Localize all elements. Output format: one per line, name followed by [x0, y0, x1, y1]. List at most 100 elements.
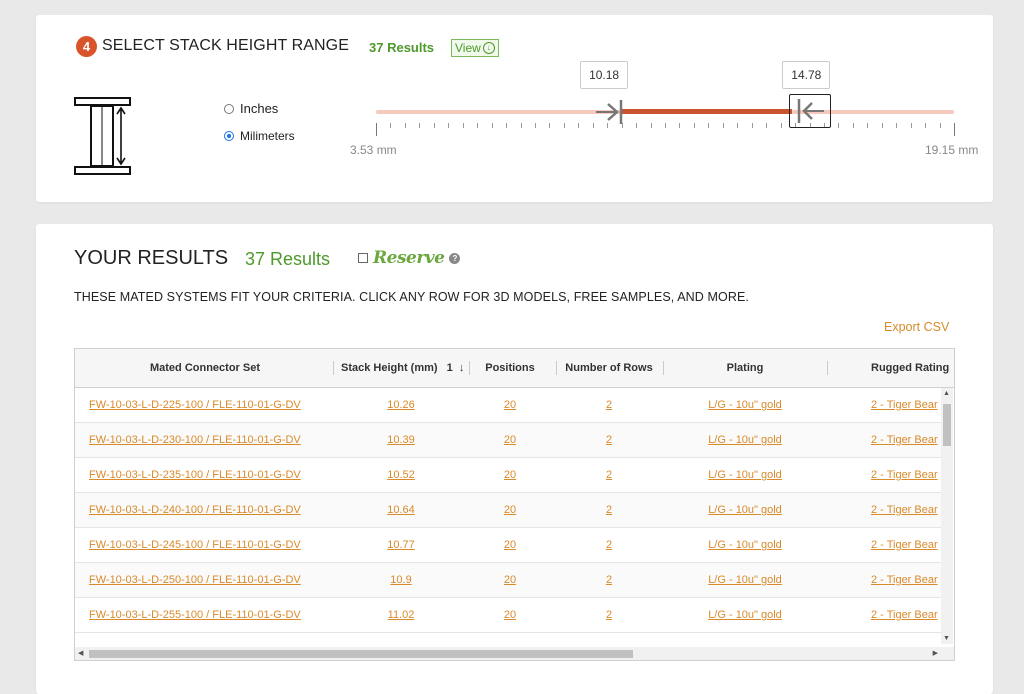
slider-tick: [925, 123, 927, 128]
vertical-scroll-thumb[interactable]: [943, 404, 951, 446]
results-panel: YOUR RESULTS 37 Results Reserve ? THESE …: [36, 224, 993, 694]
slider-high-value: 14.78: [782, 61, 831, 89]
cell-rugged[interactable]: 2 - Tiger Bear: [871, 423, 938, 457]
sort-down-arrow-icon: ↓: [458, 362, 465, 374]
slider-low-value: 10.18: [580, 61, 629, 89]
slider-tick: [881, 123, 883, 128]
cell-rows[interactable]: 2: [559, 493, 659, 527]
col-stack-height[interactable]: Stack Height (mm) 1 ↓: [341, 349, 471, 387]
cell-rows[interactable]: 2: [559, 528, 659, 562]
col-number-of-rows[interactable]: Number of Rows: [559, 349, 659, 387]
slider-min-label: 3.53 mm: [350, 143, 397, 157]
slider-tick: [693, 123, 695, 128]
table-row[interactable]: FW-10-03-L-D-240-100 / FLE-110-01-G-DV 1…: [75, 493, 941, 528]
slider-tick: [578, 123, 580, 128]
cell-set[interactable]: FW-10-03-L-D-250-100 / FLE-110-01-G-DV: [89, 563, 301, 597]
slider-tick: [636, 123, 638, 128]
cell-plating[interactable]: L/G - 10u" gold: [667, 563, 823, 597]
slider-tick: [419, 123, 421, 128]
slider-tick: [563, 123, 565, 128]
table-row[interactable]: FW-10-03-L-D-250-100 / FLE-110-01-G-DV 1…: [75, 563, 941, 598]
slider-tick: [390, 123, 392, 128]
slider-tick: [534, 123, 536, 128]
slider-tick: [650, 123, 652, 128]
slider-tick: [838, 123, 840, 128]
cell-plating[interactable]: L/G - 10u" gold: [667, 458, 823, 492]
reserve-logo: Reserve: [373, 248, 445, 268]
horizontal-scrollbar[interactable]: ◀ ▶: [75, 647, 954, 660]
help-icon[interactable]: ?: [449, 252, 461, 264]
cell-set[interactable]: FW-10-03-L-D-240-100 / FLE-110-01-G-DV: [89, 493, 301, 527]
cell-rows[interactable]: 2: [559, 388, 659, 422]
cell-set[interactable]: FW-10-03-L-D-230-100 / FLE-110-01-G-DV: [89, 423, 301, 457]
export-csv-link[interactable]: Export CSV: [884, 320, 949, 334]
col-divider: [663, 361, 664, 375]
cell-set[interactable]: FW-10-03-L-D-255-100 / FLE-110-01-G-DV: [89, 598, 301, 632]
cell-stack[interactable]: 10.52: [341, 458, 461, 492]
cell-plating[interactable]: L/G - 10u" gold: [667, 528, 823, 562]
criteria-text: THESE MATED SYSTEMS FIT YOUR CRITERIA. C…: [74, 290, 749, 304]
slider-tick: [448, 123, 450, 128]
stack-height-slider: 3.53 mm 19.15 mm 10.18 14.78: [36, 15, 993, 202]
cell-stack[interactable]: 10.64: [341, 493, 461, 527]
col-plating[interactable]: Plating: [667, 349, 823, 387]
col-rugged-rating[interactable]: Rugged Rating: [871, 349, 949, 387]
cell-rugged[interactable]: 2 - Tiger Bear: [871, 493, 938, 527]
slider-high-handle[interactable]: [789, 94, 832, 128]
cell-positions[interactable]: 20: [470, 563, 550, 597]
table-row[interactable]: FW-10-03-L-D-255-100 / FLE-110-01-G-DV 1…: [75, 598, 941, 633]
slider-tick: [520, 123, 522, 128]
cell-rugged[interactable]: 2 - Tiger Bear: [871, 388, 938, 422]
table-row[interactable]: FW-10-03-L-D-245-100 / FLE-110-01-G-DV 1…: [75, 528, 941, 563]
cell-set[interactable]: FW-10-03-L-D-235-100 / FLE-110-01-G-DV: [89, 458, 301, 492]
table-row[interactable]: FW-10-03-L-D-230-100 / FLE-110-01-G-DV 1…: [75, 423, 941, 458]
cell-positions[interactable]: 20: [470, 598, 550, 632]
results-title: YOUR RESULTS: [74, 247, 229, 269]
cell-positions[interactable]: 20: [470, 423, 550, 457]
cell-rugged[interactable]: 2 - Tiger Bear: [871, 458, 938, 492]
vertical-scrollbar[interactable]: ▲ ▼: [941, 388, 953, 644]
slider-tick: [751, 123, 753, 128]
scroll-up-icon[interactable]: ▲: [943, 390, 950, 397]
cell-positions[interactable]: 20: [470, 458, 550, 492]
slider-tick: [506, 123, 508, 128]
slider-tick: [737, 123, 739, 128]
table-row[interactable]: FW-10-03-L-D-235-100 / FLE-110-01-G-DV 1…: [75, 458, 941, 493]
scroll-right-icon[interactable]: ▶: [933, 649, 938, 657]
cell-stack[interactable]: 10.39: [341, 423, 461, 457]
cell-rugged[interactable]: 2 - Tiger Bear: [871, 563, 938, 597]
results-count: 37 Results: [245, 249, 331, 269]
col-positions[interactable]: Positions: [470, 349, 550, 387]
cell-plating[interactable]: L/G - 10u" gold: [667, 598, 823, 632]
cell-set[interactable]: FW-10-03-L-D-245-100 / FLE-110-01-G-DV: [89, 528, 301, 562]
cell-stack[interactable]: 11.02: [341, 598, 461, 632]
cell-positions[interactable]: 20: [470, 493, 550, 527]
cell-stack[interactable]: 10.9: [341, 563, 461, 597]
cell-plating[interactable]: L/G - 10u" gold: [667, 388, 823, 422]
col-mated-connector-set[interactable]: Mated Connector Set: [105, 349, 305, 387]
cell-rows[interactable]: 2: [559, 563, 659, 597]
cell-rows[interactable]: 2: [559, 423, 659, 457]
cell-rugged[interactable]: 2 - Tiger Bear: [871, 528, 938, 562]
reserve-checkbox[interactable]: [358, 253, 368, 263]
cell-stack[interactable]: 10.77: [341, 528, 461, 562]
col-divider: [333, 361, 334, 375]
slider-tick: [852, 123, 854, 128]
horizontal-scroll-thumb[interactable]: [89, 650, 633, 658]
cell-positions[interactable]: 20: [470, 528, 550, 562]
scroll-left-icon[interactable]: ◀: [78, 649, 83, 657]
slider-tick: [867, 123, 869, 128]
slider-tick: [665, 123, 666, 128]
cell-positions[interactable]: 20: [470, 388, 550, 422]
cell-set[interactable]: FW-10-03-L-D-225-100 / FLE-110-01-G-DV: [89, 388, 301, 422]
cell-plating[interactable]: L/G - 10u" gold: [667, 423, 823, 457]
table-row[interactable]: FW-10-03-L-D-225-100 / FLE-110-01-G-DV 1…: [75, 388, 941, 423]
cell-stack[interactable]: 10.26: [341, 388, 461, 422]
cell-plating[interactable]: L/G - 10u" gold: [667, 493, 823, 527]
slider-low-handle[interactable]: [594, 94, 626, 130]
scroll-down-icon[interactable]: ▼: [943, 635, 950, 642]
cell-rows[interactable]: 2: [559, 458, 659, 492]
cell-rugged[interactable]: 2 - Tiger Bear: [871, 598, 938, 632]
sort-index: 1: [446, 362, 453, 374]
cell-rows[interactable]: 2: [559, 598, 659, 632]
